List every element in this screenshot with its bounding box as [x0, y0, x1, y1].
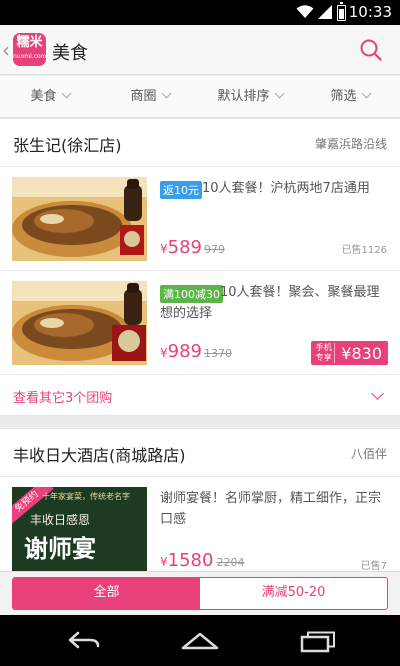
deal-item[interactable]: 满100减30 10人套餐！聚会、聚餐最理想的选择 ¥989 1370 手机专享 … — [0, 271, 400, 375]
deal-image — [12, 281, 147, 365]
filter-sort[interactable]: 默认排序 — [200, 76, 300, 117]
original-price: 1370 — [204, 347, 232, 360]
bottom-tab-bar: 全部 满减50-20 — [0, 571, 400, 615]
original-price: 2204 — [216, 556, 245, 569]
shop-name: 丰收日大酒店(商城路店) — [13, 446, 186, 465]
original-price: 979 — [204, 243, 225, 256]
deal-price: ¥1580 2204 — [160, 550, 245, 571]
sold-count: 已售7 — [360, 561, 387, 572]
chevron-down-icon — [161, 88, 171, 99]
system-nav-bar — [0, 615, 400, 666]
tab-discount[interactable]: 满减50-20 — [200, 578, 387, 609]
shop-header[interactable]: 张生记(徐汇店) 肇嘉浜路沿线 — [0, 119, 400, 167]
clock: 10:33 — [348, 3, 392, 21]
app-bar: ‹ 糯米 nuomi.com 美食 — [0, 25, 400, 75]
signal-icon — [318, 5, 332, 19]
view-more-deals[interactable]: 查看其它3个团购 — [0, 375, 400, 415]
chevron-down-icon — [61, 88, 71, 99]
shop-card: 丰收日大酒店(商城路店) 八佰伴 免预约 十年家宴菜，传统老名字 丰收日感恩 谢… — [0, 428, 400, 578]
filter-bar: 美食 商圈 默认排序 筛选 — [0, 76, 400, 118]
deal-item[interactable]: 返10元 10人套餐！沪杭两地7店通用 ¥589 979 已售1126 — [0, 167, 400, 271]
deal-price: ¥989 1370 — [160, 341, 232, 362]
deal-description: 10人套餐！沪杭两地7店通用 — [202, 181, 370, 196]
chevron-down-icon — [371, 387, 384, 400]
deal-image — [12, 177, 147, 261]
wifi-icon — [296, 5, 314, 18]
deal-price: ¥589 979 — [160, 237, 225, 258]
chevron-down-icon — [361, 88, 371, 99]
filter-more[interactable]: 筛选 — [300, 76, 400, 117]
sold-count: 已售1126 — [341, 245, 387, 256]
mobile-exclusive-badge: 手机专享 ¥830 — [311, 341, 388, 365]
back-icon[interactable] — [64, 629, 102, 651]
back-chevron-icon[interactable]: ‹ — [2, 38, 10, 62]
deal-description: 10人套餐！聚会、聚餐最理想的选择 — [160, 285, 380, 321]
filter-category[interactable]: 美食 — [0, 76, 100, 117]
battery-icon — [337, 2, 346, 21]
page-title: 美食 — [52, 43, 88, 64]
filter-district[interactable]: 商圈 — [100, 76, 200, 117]
deal-image: 免预约 十年家宴菜，传统老名字 丰收日感恩 谢师宴 — [12, 487, 147, 577]
recent-apps-icon[interactable] — [300, 631, 336, 653]
shop-area: 肇嘉浜路沿线 — [314, 137, 387, 151]
home-icon[interactable] — [180, 631, 220, 651]
deal-description: 谢师宴餐！名师掌厨，精工细作，正宗口感 — [160, 491, 382, 527]
chevron-down-icon — [274, 88, 284, 99]
segmented-control: 全部 满减50-20 — [12, 577, 388, 610]
status-bar: 10:33 — [0, 0, 400, 25]
tab-all[interactable]: 全部 — [13, 578, 200, 609]
shop-name: 张生记(徐汇店) — [13, 136, 122, 155]
shop-header[interactable]: 丰收日大酒店(商城路店) 八佰伴 — [0, 429, 400, 477]
nuomi-logo[interactable]: 糯米 nuomi.com — [13, 33, 47, 66]
shop-card: 张生记(徐汇店) 肇嘉浜路沿线 返10元 10人套餐！沪杭两地7店通用 ¥589… — [0, 118, 400, 416]
search-icon[interactable] — [360, 39, 382, 61]
shop-area: 八佰伴 — [350, 447, 387, 461]
